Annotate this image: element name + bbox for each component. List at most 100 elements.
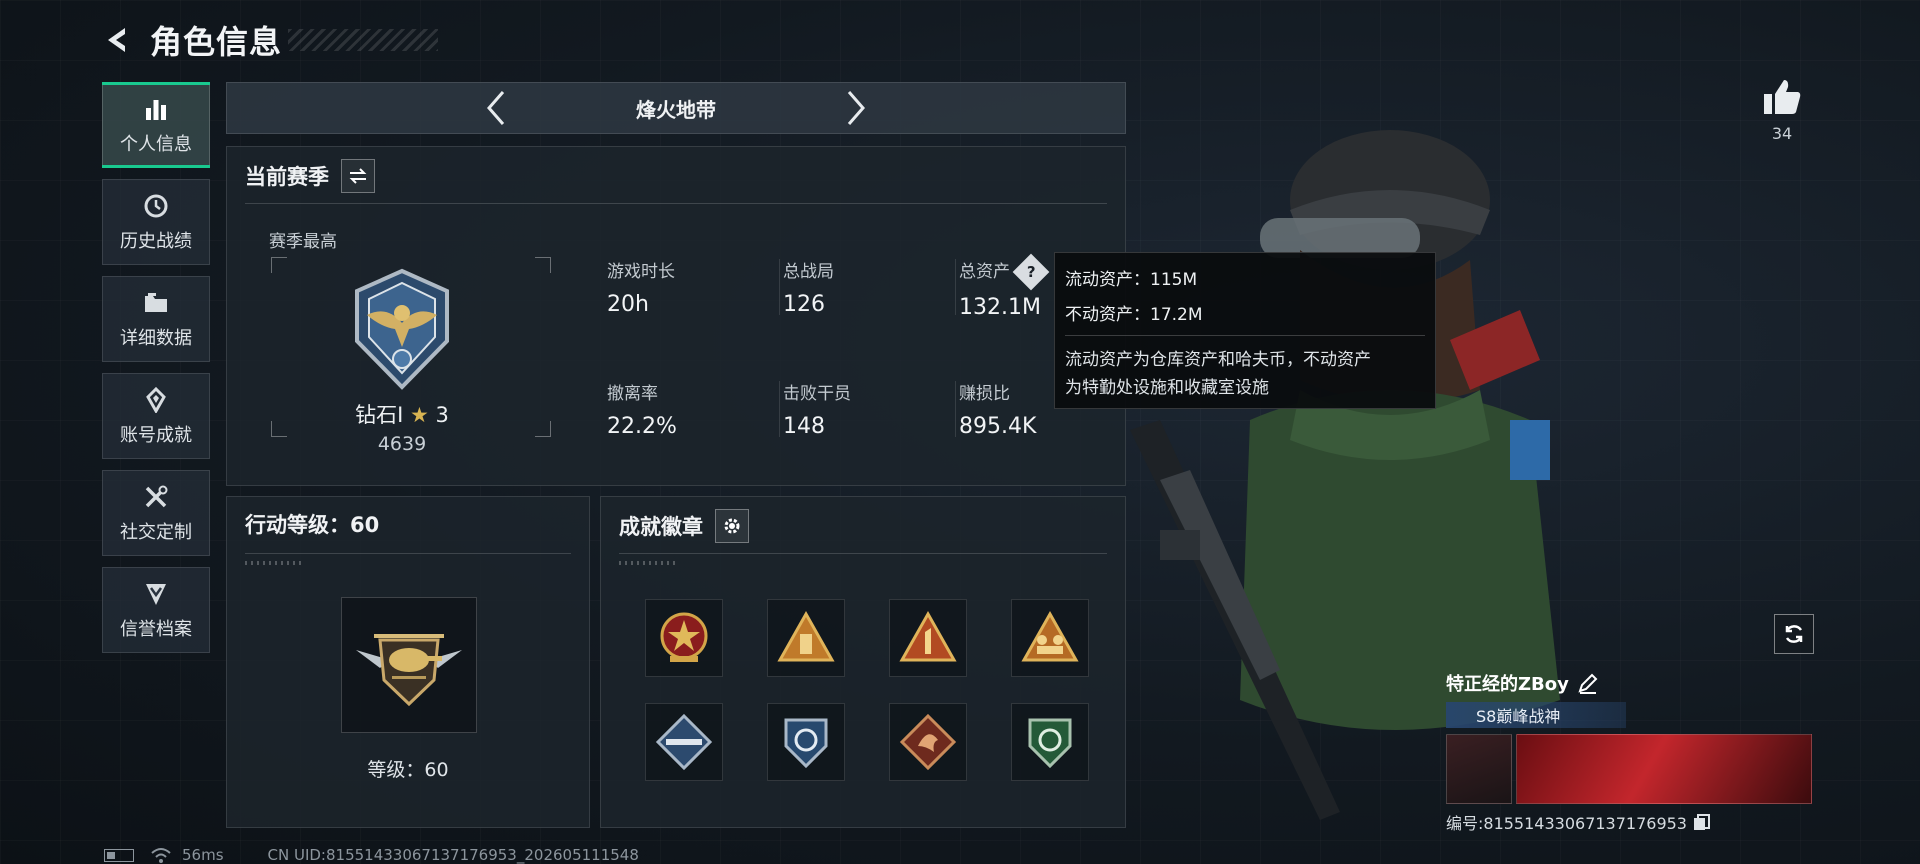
achievement-icon (141, 385, 171, 415)
red-star-medal-icon[interactable] (645, 599, 723, 677)
page-title: 角色信息 (150, 23, 283, 61)
stat-value: 126 (783, 292, 825, 317)
sidebar-item-label: 个人信息 (120, 134, 192, 155)
player-cards (1446, 734, 1812, 804)
switch-season-button[interactable] (341, 159, 375, 193)
profile-banner[interactable] (1516, 734, 1812, 804)
rank-score: 4639 (377, 433, 427, 455)
level-emblem[interactable] (341, 597, 477, 733)
tools-icon (141, 482, 171, 512)
page-header: 角色信息 (100, 18, 439, 62)
mode-title: 烽火地带 (636, 97, 716, 122)
rank-name: 钻石I ★ 3 (327, 399, 477, 429)
stat-label: 总战局 (783, 262, 834, 282)
player-id-row: 编号:81551433067137176953 (1446, 810, 1812, 834)
stat-label: 击败干员 (783, 384, 851, 404)
assets-tooltip: 流动资产：115M 不动资产：17.2M 流动资产为仓库资产和哈夫币，不动资产 … (1054, 252, 1436, 409)
stat-label: 赚损比 (959, 384, 1010, 404)
level-header: 行动等级：60 (245, 509, 379, 539)
player-name-row: 特正经的ZBoy (1446, 670, 1812, 696)
badges-title: 成就徽章 (619, 515, 703, 539)
title-decoration (288, 29, 439, 51)
history-icon (141, 191, 171, 221)
stat-playtime: 游戏时长 20h (607, 257, 675, 317)
stat-label: 游戏时长 (607, 262, 675, 282)
action-level-panel: 行动等级：60 等级：60 (226, 496, 590, 828)
sidebar-item-achievements[interactable]: 账号成就 (102, 373, 210, 459)
rank-name-text: 钻石I (355, 403, 404, 427)
like-count: 34 (1771, 124, 1793, 143)
like-button[interactable]: 34 (1756, 78, 1808, 143)
stat-profit-ratio: 赚损比 895.4K (959, 379, 1036, 439)
back-arrow-icon[interactable] (100, 22, 136, 58)
stat-value: 22.2% (607, 414, 677, 439)
season-title: 当前赛季 (245, 165, 329, 189)
shield-chevron-icon (141, 579, 171, 609)
decoration-lines (245, 561, 305, 565)
decoration-lines (619, 561, 679, 565)
next-mode-button[interactable] (836, 88, 876, 128)
bar-chart-icon (141, 94, 171, 124)
stat-total-matches: 总战局 126 (783, 257, 834, 317)
blue-diamond-rifle-icon[interactable] (645, 703, 723, 781)
level-title: 行动等级：60 (245, 513, 380, 537)
badges-divider (619, 553, 1107, 554)
diamond-rank-emblem-icon (347, 267, 457, 395)
helicopter-emblem-icon (356, 634, 462, 707)
sidebar-item-profile[interactable]: 个人信息 (102, 82, 210, 168)
stat-extraction-rate: 撤离率 22.2% (607, 379, 677, 439)
gear-icon (724, 518, 740, 534)
squad-triangle-icon[interactable] (1011, 599, 1089, 677)
badge-settings-button[interactable] (715, 509, 749, 543)
wifi-icon (151, 848, 171, 863)
tooltip-fixed-assets: 不动资产：17.2M (1065, 305, 1203, 325)
player-id: 编号:81551433067137176953 (1446, 814, 1687, 833)
help-icon[interactable]: ? (1012, 253, 1050, 291)
number-one-triangle-icon[interactable] (889, 599, 967, 677)
status-footer: 56ms CN UID:81551433067137176953_2026051… (104, 846, 639, 864)
edit-pencil-icon[interactable] (1577, 672, 1599, 694)
tooltip-description-line: 流动资产为仓库资产和哈夫币，不动资产 (1065, 350, 1371, 370)
dragon-diamond-icon[interactable] (889, 703, 967, 781)
level-divider (245, 553, 571, 554)
sidebar-item-label: 账号成就 (120, 425, 192, 446)
mode-selector: 烽火地带 (226, 82, 1126, 134)
season-divider (245, 203, 1107, 204)
sidebar-item-social[interactable]: 社交定制 (102, 470, 210, 556)
sidebar-item-label: 信誉档案 (120, 619, 192, 640)
stat-operators-defeated: 击败干员 148 (783, 379, 851, 439)
star-icon: ★ (410, 403, 429, 427)
tooltip-description-line: 为特勤处设施和收藏室设施 (1065, 378, 1269, 398)
sidebar-item-history[interactable]: 历史战绩 (102, 179, 210, 265)
swap-icon (349, 168, 367, 184)
season-best-label: 赛季最高 (269, 232, 337, 252)
thumbs-up-icon (1764, 80, 1801, 114)
avatar[interactable] (1446, 734, 1512, 804)
green-shield-icon[interactable] (1011, 703, 1089, 781)
sidebar-nav: 个人信息 历史战绩 详细数据 账号成就 社交定制 信誉档案 (102, 82, 212, 664)
season-panel: 当前赛季 赛季最高 钻石I ★ 3 4639 游戏时长 20h 总战局 126 (226, 146, 1126, 486)
uid-text: CN UID:81551433067137176953_202605111548 (267, 846, 639, 864)
blue-shield-icon[interactable] (767, 703, 845, 781)
player-title-text: S8巅峰战神 (1476, 707, 1561, 726)
sidebar-item-label: 详细数据 (120, 328, 192, 349)
rotate-view-button[interactable] (1774, 614, 1814, 654)
stat-value: 148 (783, 414, 825, 439)
prev-mode-button[interactable] (476, 88, 516, 128)
gold-triangle-icon[interactable] (767, 599, 845, 677)
player-name: 特正经的ZBoy (1446, 674, 1569, 695)
sidebar-item-reputation[interactable]: 信誉档案 (102, 567, 210, 653)
refresh-icon (1785, 625, 1803, 643)
stat-label: 总资产? (959, 253, 1050, 291)
sidebar-item-label: 历史战绩 (120, 231, 192, 252)
rank-star-count: 3 (435, 403, 449, 427)
sidebar-item-details[interactable]: 详细数据 (102, 276, 210, 362)
copy-icon[interactable] (1693, 813, 1711, 831)
player-card: 特正经的ZBoy S8巅峰战神 编号:81551433067137176953 (1446, 670, 1812, 834)
badges-header: 成就徽章 (619, 509, 749, 543)
stat-total-assets: 总资产? 132.1M (959, 253, 1050, 320)
achievement-badges-panel: 成就徽章 (600, 496, 1126, 828)
tooltip-liquid-assets: 流动资产：115M (1065, 270, 1198, 290)
battery-icon (104, 848, 134, 862)
player-title-tag[interactable]: S8巅峰战神 (1446, 702, 1626, 728)
